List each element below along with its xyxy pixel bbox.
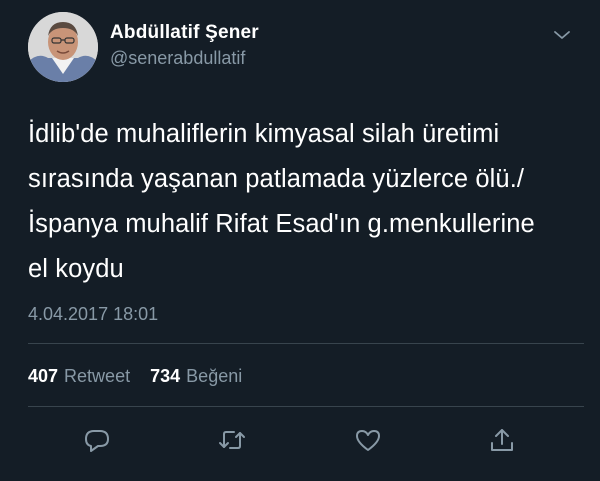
retweet-count: 407 [28,366,59,386]
tweet-card: Abdüllatif Şener @senerabdullatif İdlib'… [0,0,600,481]
like-stat[interactable]: 734 Beğeni [145,366,242,386]
chevron-down-icon[interactable] [552,28,572,42]
retweet-label: Retweet [64,366,131,386]
reply-icon [85,430,109,452]
reply-button[interactable] [82,425,112,455]
divider [28,343,584,344]
retweet-icon [219,431,245,449]
author-display-name[interactable]: Abdüllatif Şener [110,22,259,44]
divider [28,406,584,407]
like-label: Beğeni [186,366,243,386]
avatar-photo [28,12,98,82]
share-icon [491,429,513,451]
retweet-button[interactable] [217,425,247,455]
author-handle[interactable]: @senerabdullatif [110,48,245,69]
like-count: 734 [150,366,181,386]
share-button[interactable] [487,425,517,455]
tweet-timestamp[interactable]: 4.04.2017 18:01 [28,304,158,325]
tweet-stats: 407 Retweet 734 Beğeni [28,366,242,387]
heart-icon [356,430,380,451]
tweet-text: İdlib'de muhaliflerin kimyasal silah üre… [28,120,535,283]
avatar[interactable] [28,12,98,82]
like-button[interactable] [353,425,383,455]
retweet-stat[interactable]: 407 Retweet [28,366,135,386]
